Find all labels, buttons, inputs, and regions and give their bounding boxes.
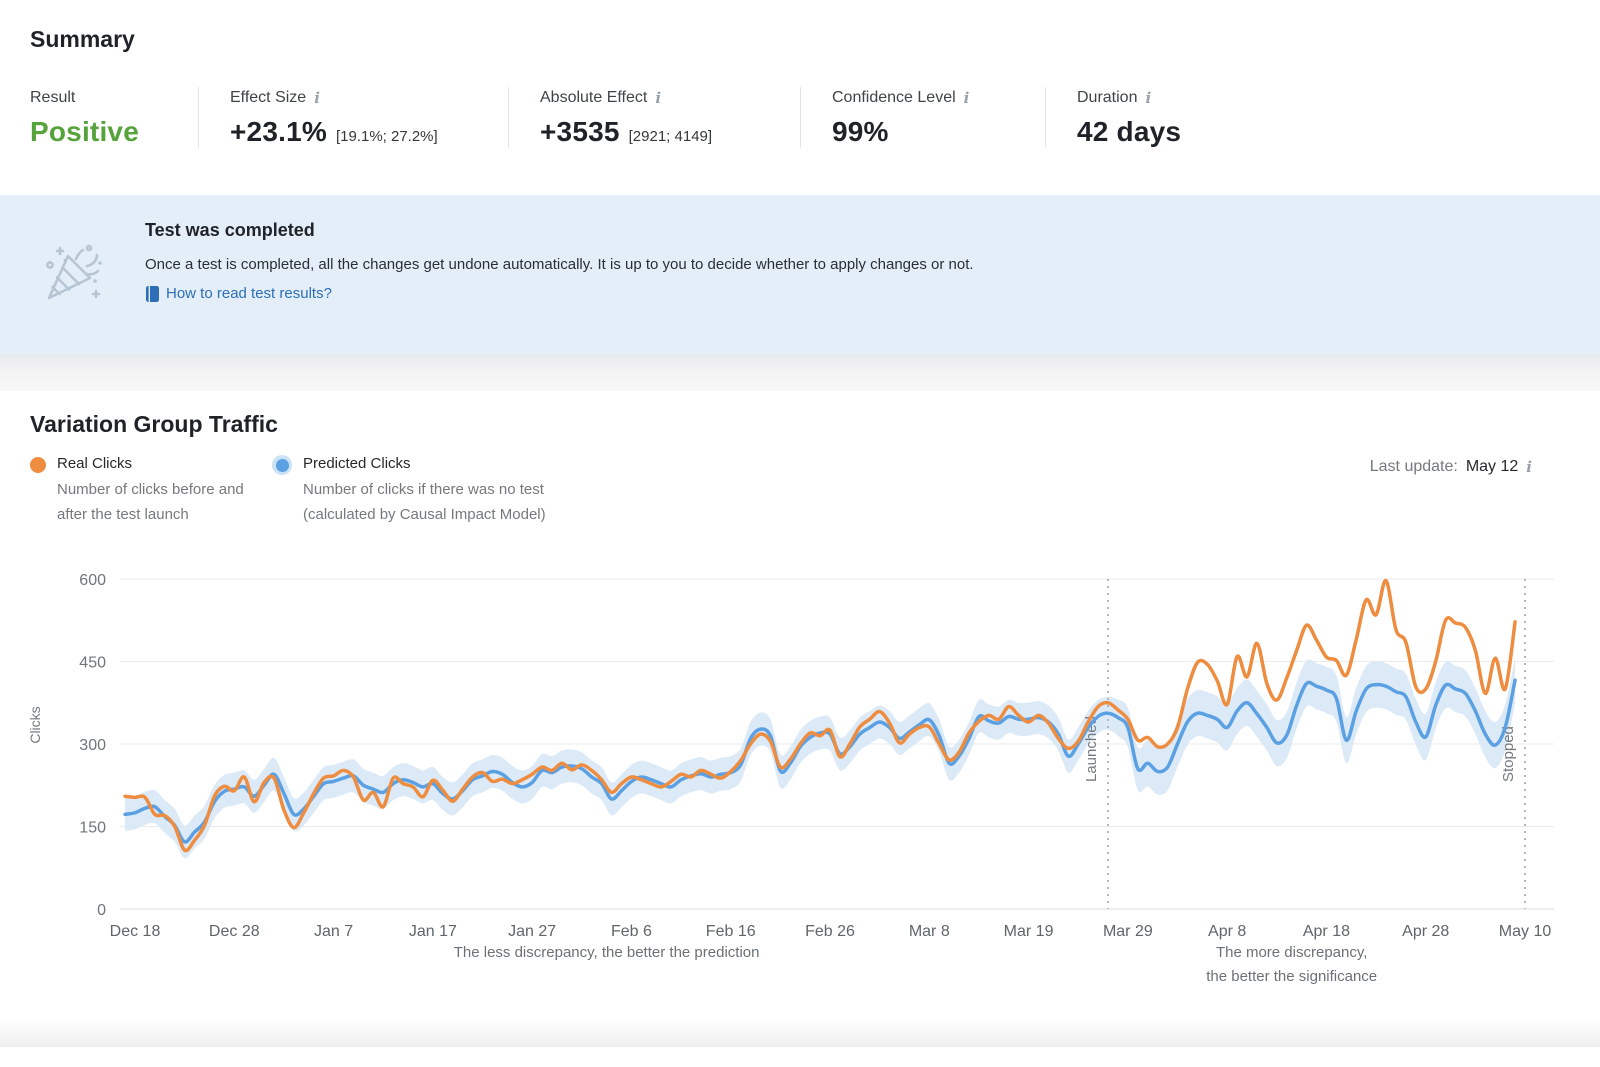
x-tick-label: Jan 27	[508, 923, 556, 940]
stat-confidence-level: Confidence Level i 99%	[800, 87, 1045, 148]
x-tick-label: Feb 26	[805, 923, 855, 940]
chart-annotation-2: The more discrepancy,	[1216, 944, 1367, 961]
y-axis-title: Clicks	[27, 706, 43, 743]
stat-effect-size: Effect Size i +23.1% [19.1%; 27.2%]	[198, 87, 508, 148]
x-tick-label: Jan 7	[314, 923, 353, 940]
x-tick-label: Mar 8	[909, 923, 950, 940]
y-tick-label: 600	[79, 572, 106, 589]
legend-predicted-clicks[interactable]: Predicted Clicks Number of clicks if the…	[272, 455, 593, 527]
traffic-chart: 0 150 300 450 600 Clicks Dec 18 Dec 28 Jan 7 Jan …	[6, 540, 1594, 1010]
card-divider-gap	[0, 355, 1600, 391]
info-icon[interactable]: i	[1526, 458, 1532, 476]
stat-result-label: Result	[30, 89, 75, 107]
last-update: Last update: May 12 i	[1370, 458, 1532, 476]
chart-annotation-1: The less discrepancy, the better the pre…	[454, 944, 760, 961]
page-bottom-fade	[0, 1020, 1600, 1047]
legend-real-clicks-label: Real Clicks	[57, 455, 247, 472]
info-icon[interactable]: i	[964, 89, 970, 107]
stat-effect-size-range: [19.1%; 27.2%]	[336, 128, 438, 145]
how-to-read-link[interactable]: How to read test results?	[145, 285, 974, 302]
stat-duration-value: 42 days	[1077, 116, 1181, 148]
y-tick-label: 300	[79, 737, 106, 754]
traffic-title: Variation Group Traffic	[6, 411, 1594, 438]
x-tick-label: Feb 6	[611, 923, 652, 940]
variation-traffic-card: Variation Group Traffic Real Clicks Numb…	[6, 391, 1594, 1020]
stat-result: Result Positive	[30, 87, 198, 148]
summary-stats-row: Result Positive Effect Size i +23.1% [19…	[30, 87, 1570, 148]
real-clicks-dot-icon	[30, 457, 46, 473]
y-tick-label: 0	[97, 902, 106, 919]
stat-absolute-effect: Absolute Effect i +3535 [2921; 4149]	[508, 87, 800, 148]
y-tick-label: 450	[79, 655, 106, 672]
x-tick-label: Apr 8	[1208, 923, 1246, 940]
test-completed-banner: Test was completed Once a test is comple…	[0, 195, 1600, 355]
x-tick-label: Feb 16	[706, 923, 756, 940]
stat-absolute-effect-value: +3535	[540, 116, 620, 148]
legend-real-clicks-desc: Number of clicks before and after the te…	[57, 477, 247, 527]
book-icon	[145, 286, 159, 302]
info-icon[interactable]: i	[1145, 89, 1151, 107]
last-update-value: May 12	[1466, 458, 1518, 476]
x-tick-label: Dec 18	[110, 923, 161, 940]
stat-absolute-effect-label: Absolute Effect	[540, 89, 647, 107]
stat-duration: Duration i 42 days	[1045, 87, 1345, 148]
info-icon[interactable]: i	[655, 89, 661, 107]
stat-effect-size-label: Effect Size	[230, 89, 306, 107]
x-tick-label: Apr 18	[1303, 923, 1350, 940]
stat-confidence-level-value: 99%	[832, 116, 889, 148]
x-tick-label: Jan 17	[409, 923, 457, 940]
legend-real-clicks[interactable]: Real Clicks Number of clicks before and …	[30, 455, 272, 527]
chart-legend: Real Clicks Number of clicks before and …	[30, 455, 1570, 527]
x-tick-label: Apr 28	[1402, 923, 1449, 940]
stat-absolute-effect-range: [2921; 4149]	[629, 128, 712, 145]
predicted-clicks-dot-icon	[272, 455, 292, 475]
x-tick-label: May 10	[1499, 923, 1552, 940]
prediction-confidence-band	[125, 657, 1515, 858]
party-popper-icon	[40, 241, 106, 309]
legend-predicted-clicks-desc: Number of clicks if there was no test (c…	[303, 477, 593, 527]
chart-annotation-2: the better the significance	[1206, 968, 1377, 985]
summary-card: Summary Result Positive Effect Size i +2…	[0, 0, 1600, 355]
summary-title: Summary	[0, 0, 1600, 53]
last-update-label: Last update:	[1370, 458, 1458, 476]
banner-body: Once a test is completed, all the change…	[145, 252, 974, 277]
x-tick-label: Mar 29	[1103, 923, 1153, 940]
stat-duration-label: Duration	[1077, 89, 1137, 107]
banner-title: Test was completed	[145, 220, 974, 241]
x-tick-label: Mar 19	[1004, 923, 1054, 940]
legend-predicted-clicks-label: Predicted Clicks	[303, 455, 593, 472]
real-clicks-line	[125, 581, 1515, 851]
y-tick-label: 150	[79, 820, 106, 837]
stat-confidence-level-label: Confidence Level	[832, 89, 956, 107]
x-tick-label: Dec 28	[209, 923, 260, 940]
stat-effect-size-value: +23.1%	[230, 116, 327, 148]
stat-result-value: Positive	[30, 116, 139, 148]
how-to-read-link-label: How to read test results?	[166, 285, 332, 302]
info-icon[interactable]: i	[314, 89, 320, 107]
